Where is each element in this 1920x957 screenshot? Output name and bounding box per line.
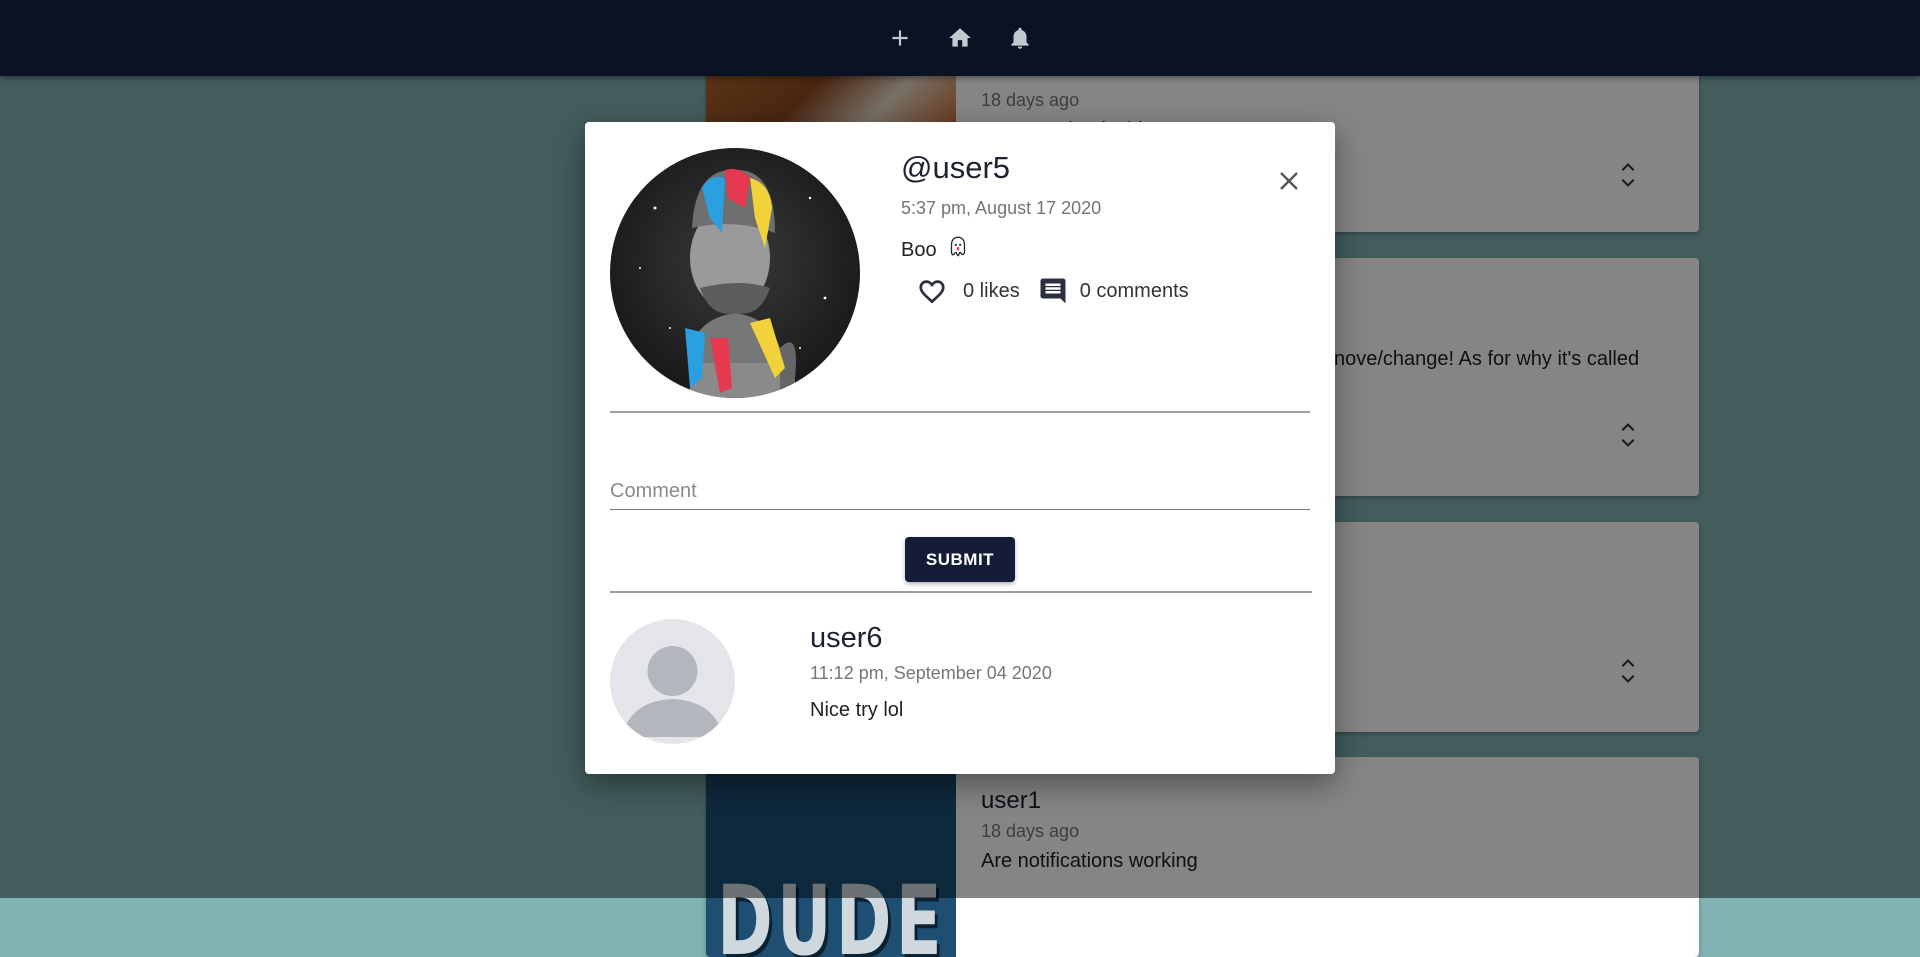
top-app-bar [0,0,1920,76]
close-button[interactable] [1275,167,1303,195]
like-button[interactable] [917,276,947,306]
close-icon [1280,172,1298,190]
comment-username[interactable]: user6 [810,622,883,655]
heart-icon [919,280,945,304]
comment-icon [1038,276,1068,306]
notifications-button[interactable] [1005,23,1035,53]
bust-artwork [639,169,827,398]
comments-count: 0 comments [1079,279,1189,302]
home-button[interactable] [945,23,975,53]
comment-text: Nice try lol [810,699,904,721]
notifications-icon [1011,27,1029,49]
divider [610,411,1310,413]
submit-comment-button[interactable]: SUBMIT [905,537,1015,582]
author-avatar [610,148,860,398]
home-icon [949,28,971,47]
add-post-button[interactable] [885,23,915,53]
post-detail-modal: @user5 5:37 pm, August 17 2020 Boo 0 lik… [585,122,1335,774]
post-timestamp: 5:37 pm, August 17 2020 [901,198,1102,218]
add-icon [892,30,908,46]
default-avatar-icon [622,646,723,737]
post-body: Boo [901,234,971,266]
post-stats: 0 likes 0 comments [917,276,1189,306]
comment-input[interactable] [610,473,1310,510]
post-body-text: Boo [901,238,937,261]
ghost-icon [945,234,971,266]
comment-timestamp: 11:12 pm, September 04 2020 [810,663,1052,683]
author-username[interactable]: @user5 [901,150,1010,186]
divider [610,591,1312,593]
commenter-avatar [610,619,735,744]
likes-count: 0 likes [963,279,1020,302]
